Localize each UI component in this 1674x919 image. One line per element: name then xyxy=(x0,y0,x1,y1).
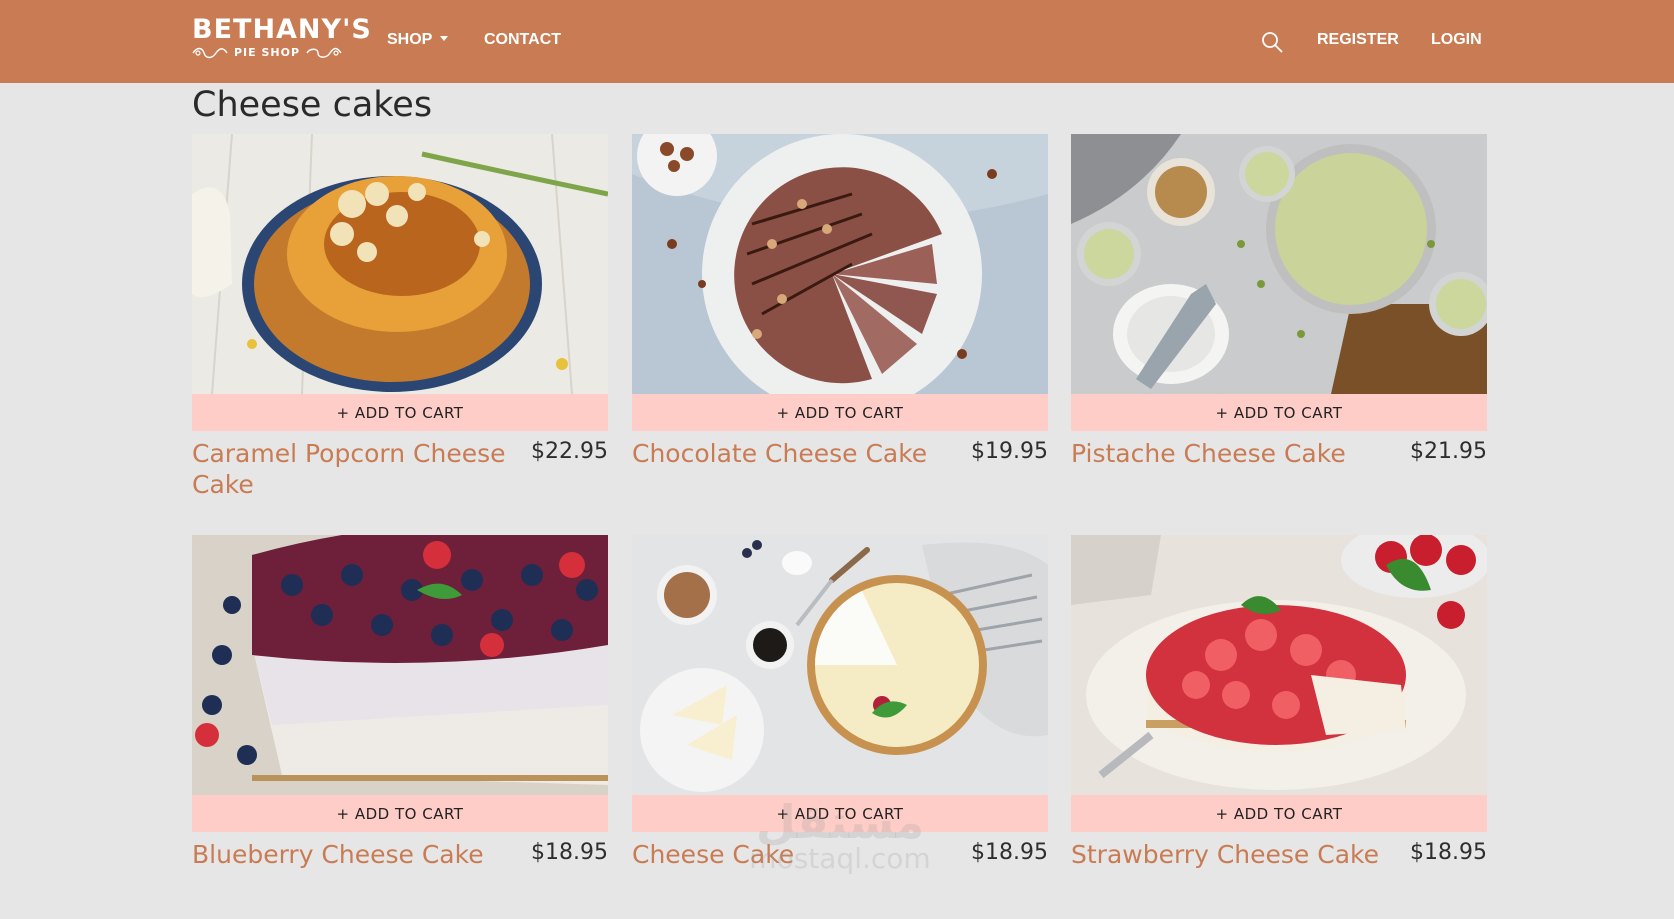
product-price: $18.95 xyxy=(971,840,1048,865)
caret-down-icon xyxy=(440,36,449,41)
add-to-cart-button[interactable]: + ADD TO CART xyxy=(1071,394,1487,431)
nav-shop-label: SHOP xyxy=(387,31,433,48)
add-to-cart-button[interactable]: + ADD TO CART xyxy=(192,795,608,832)
product-name-link[interactable]: Chocolate Cheese Cake xyxy=(632,438,952,469)
add-to-cart-button[interactable]: + ADD TO CART xyxy=(632,394,1048,431)
add-to-cart-button[interactable]: + ADD TO CART xyxy=(1071,795,1487,832)
product-info: Strawberry Cheese Cake $18.95 xyxy=(1071,839,1487,870)
product-name-link[interactable]: Blueberry Cheese Cake xyxy=(192,839,512,870)
product-info: Blueberry Cheese Cake $18.95 xyxy=(192,839,608,870)
product-info: Cheese Cake $18.95 xyxy=(632,839,1048,870)
brand-tagline-row: PIE SHOP xyxy=(192,46,344,59)
nav-shop-dropdown[interactable]: SHOP xyxy=(387,31,449,49)
product-card: + ADD TO CART Blueberry Cheese Cake $18.… xyxy=(192,535,608,870)
product-name-link[interactable]: Strawberry Cheese Cake xyxy=(1071,839,1391,870)
product-card: + ADD TO CART Pistache Cheese Cake $21.9… xyxy=(1071,134,1487,469)
product-price: $22.95 xyxy=(531,439,608,464)
nav-register-link[interactable]: REGISTER xyxy=(1317,31,1399,49)
product-info: Pistache Cheese Cake $21.95 xyxy=(1071,438,1487,469)
flourish-left-icon xyxy=(192,47,228,58)
brand-name: BETHANY'S xyxy=(192,14,372,45)
nav-contact-link[interactable]: CONTACT xyxy=(484,31,561,49)
search-icon xyxy=(1262,32,1283,53)
product-price: $21.95 xyxy=(1410,439,1487,464)
search-button[interactable] xyxy=(1260,30,1284,54)
product-card: + ADD TO CART Chocolate Cheese Cake $19.… xyxy=(632,134,1048,469)
product-info: Caramel Popcorn Cheese Cake $22.95 xyxy=(192,438,608,500)
product-name-link[interactable]: Pistache Cheese Cake xyxy=(1071,438,1391,469)
product-price: $18.95 xyxy=(531,840,608,865)
product-image-pistache[interactable] xyxy=(1071,134,1487,394)
product-name-link[interactable]: Cheese Cake xyxy=(632,839,952,870)
product-name-link[interactable]: Caramel Popcorn Cheese Cake xyxy=(192,438,512,500)
flourish-right-icon xyxy=(306,47,342,58)
product-card: + ADD TO CART Cheese Cake $18.95 xyxy=(632,535,1048,870)
top-navbar: BETHANY'S PIE SHOP SHOP CONTACT REGISTER… xyxy=(0,0,1674,83)
add-to-cart-button[interactable]: + ADD TO CART xyxy=(192,394,608,431)
nav-login-link[interactable]: LOGIN xyxy=(1431,31,1482,49)
product-image-caramel-popcorn[interactable] xyxy=(192,134,608,394)
product-card: + ADD TO CART Strawberry Cheese Cake $18… xyxy=(1071,535,1487,870)
product-price: $19.95 xyxy=(971,439,1048,464)
product-image-strawberry[interactable] xyxy=(1071,535,1487,795)
product-image-cheese-cake[interactable] xyxy=(632,535,1048,795)
product-card: + ADD TO CART Caramel Popcorn Cheese Cak… xyxy=(192,134,608,500)
brand-logo[interactable]: BETHANY'S PIE SHOP xyxy=(192,14,372,67)
product-info: Chocolate Cheese Cake $19.95 xyxy=(632,438,1048,469)
add-to-cart-button[interactable]: + ADD TO CART xyxy=(632,795,1048,832)
product-image-blueberry[interactable] xyxy=(192,535,608,795)
brand-tagline: PIE SHOP xyxy=(234,46,301,59)
product-image-chocolate[interactable] xyxy=(632,134,1048,394)
product-price: $18.95 xyxy=(1410,840,1487,865)
page-title: Cheese cakes xyxy=(192,85,433,125)
